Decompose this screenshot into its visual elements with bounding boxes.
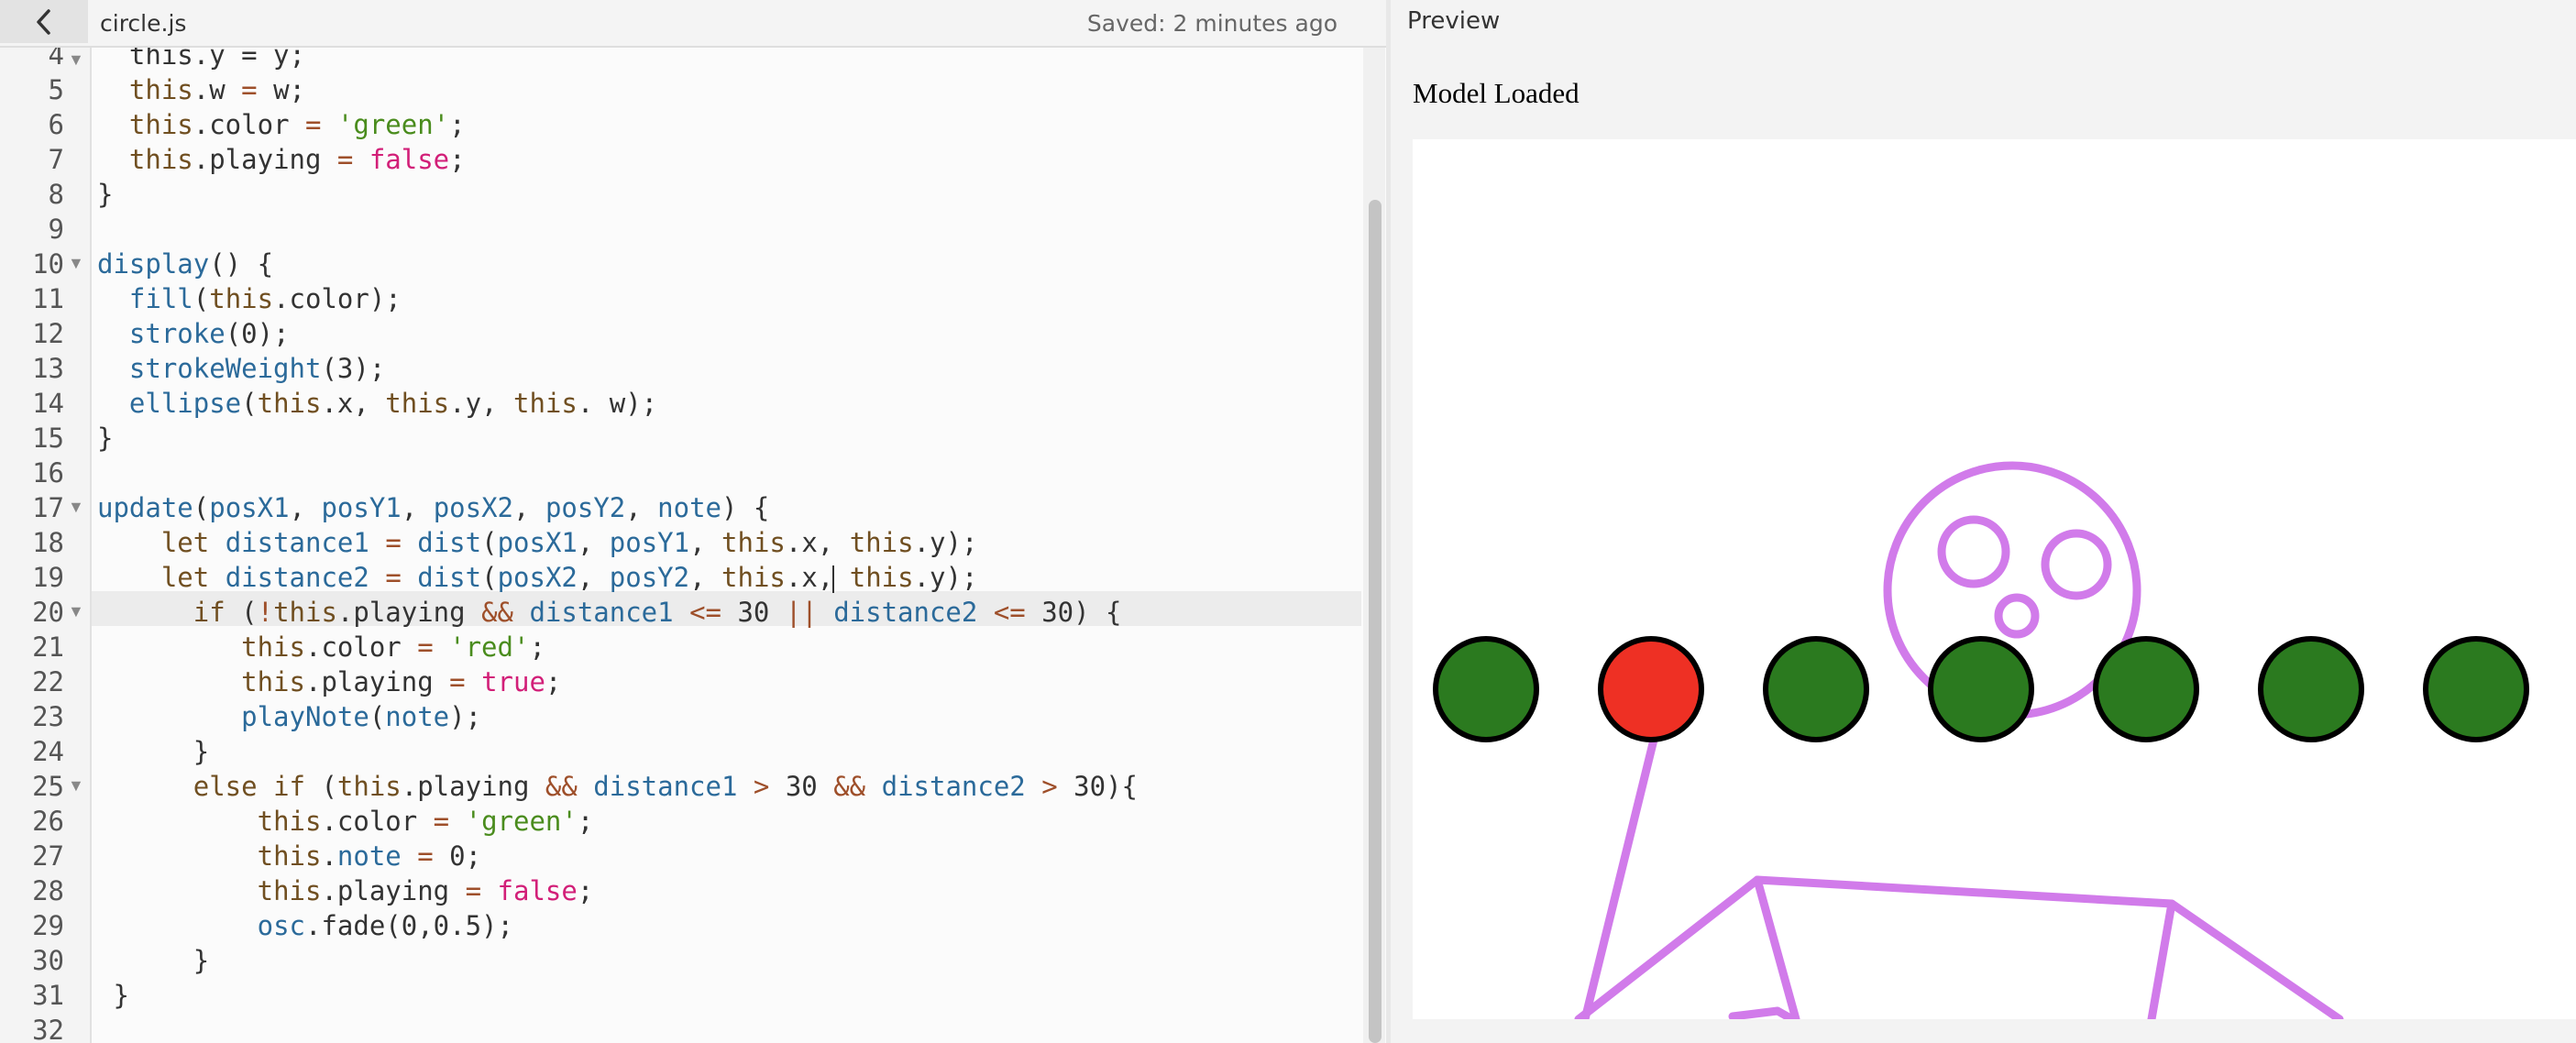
line-number: 19	[32, 562, 64, 593]
line-number: 27	[32, 840, 64, 872]
line-number: 21	[32, 631, 64, 663]
eye-left	[1937, 515, 2010, 588]
line-number-gutter: ▼ 4 5 6 7 8 9 10 ▼ 11 12 13 14 15 16 17 ▼ 18 19 20 ▼ 21 22 23…	[0, 48, 92, 1043]
line-number: 17	[32, 492, 64, 523]
eye-right	[2041, 529, 2112, 600]
fold-arrow-icon[interactable]: ▼	[68, 246, 84, 280]
note-circle-7	[2423, 636, 2529, 742]
fold-arrow-icon[interactable]: ▼	[68, 768, 84, 803]
editor-scrollbar-thumb[interactable]	[1369, 200, 1382, 1043]
line-number: 23	[32, 701, 64, 732]
code-line: fill(this.color);	[128, 283, 402, 314]
code-line: osc.fade(0,0.5);	[257, 910, 513, 941]
code-line: this.color = 'red';	[241, 631, 545, 663]
torso-left-line	[1753, 875, 1800, 1024]
hand-fragment	[1728, 1006, 1797, 1024]
line-number: 28	[32, 875, 64, 906]
code-line: }	[97, 980, 129, 1011]
editor-pane: circle.js Saved: 2 minutes ago ▼ 4 56789…	[0, 0, 1391, 1043]
mouth-circle	[1994, 593, 2040, 639]
line-number: 8	[48, 179, 64, 210]
line-number: 14	[32, 388, 64, 419]
line-number: 9	[48, 214, 64, 245]
line-number: 31	[32, 980, 64, 1011]
line-number: 18	[32, 527, 64, 558]
code-line: this.playing = true;	[241, 666, 562, 697]
fold-arrow-icon[interactable]: ▼	[68, 489, 84, 524]
line-number: 26	[32, 806, 64, 837]
code-line: }	[97, 945, 210, 976]
line-number: 10	[32, 248, 64, 280]
preview-pane: Preview Model Loaded	[1391, 0, 2576, 1043]
code-line: this.playing = false;	[128, 144, 466, 175]
torso-right-line	[2147, 899, 2176, 1024]
left-arm-line	[1580, 735, 1658, 1024]
note-circle-5	[2093, 636, 2199, 742]
line-number: 24	[32, 736, 64, 767]
line-number: 22	[32, 666, 64, 697]
line-number: 11	[32, 283, 64, 314]
code-line: this.playing = false;	[257, 875, 594, 906]
line-number: 16	[32, 457, 64, 489]
code-line: }	[97, 423, 114, 454]
line-number: 30	[32, 945, 64, 976]
code-line: strokeWeight(3);	[128, 353, 386, 384]
note-circle-3	[1763, 636, 1869, 742]
code-line: playNote(note);	[241, 701, 482, 732]
text-cursor	[832, 565, 835, 593]
code-line: this.w = w;	[128, 74, 306, 105]
line-number: 25	[32, 771, 64, 802]
code-line: }	[97, 736, 210, 767]
preview-label: Preview	[1407, 7, 1501, 35]
file-tab-bar: circle.js Saved: 2 minutes ago	[0, 0, 1391, 48]
sketch-canvas[interactable]	[1413, 139, 2576, 1024]
line-number: 15	[32, 423, 64, 454]
model-status: Model Loaded	[1413, 77, 1580, 109]
code-editor[interactable]: this.y = y; this.w = w; this.color = 'gr…	[92, 48, 1361, 1043]
line-number: 7	[48, 144, 64, 175]
code-line: this.color = 'green';	[128, 109, 466, 140]
code-line: let distance2 = dist(posX2, posY2, this.…	[160, 562, 978, 593]
fold-arrow-icon[interactable]: ▼	[68, 48, 84, 77]
code-line: let distance1 = dist(posX1, posY1, this.…	[160, 527, 978, 558]
note-circle-6	[2258, 636, 2364, 742]
line-number: 13	[32, 353, 64, 384]
fold-arrow-icon[interactable]: ▼	[68, 594, 84, 629]
line-number: 12	[32, 318, 64, 349]
code-line: this.color = 'green';	[257, 806, 594, 837]
code-line: else if (this.playing && distance1 > 30 …	[193, 771, 1138, 802]
torso-top-line	[1574, 875, 2344, 1024]
line-number: 20	[32, 597, 64, 628]
note-circle-2	[1598, 636, 1704, 742]
line-number: 29	[32, 910, 64, 941]
back-button[interactable]	[0, 0, 88, 43]
code-line: if (!this.playing && distance1 <= 30 || …	[193, 597, 1122, 628]
line-number: 6	[48, 109, 64, 140]
line-number: 32	[32, 1015, 64, 1043]
note-circle-4	[1928, 636, 2034, 742]
saved-status: Saved: 2 minutes ago	[1086, 10, 1338, 37]
code-line: }	[97, 179, 114, 210]
code-line: this.note = 0;	[257, 840, 482, 872]
code-line: stroke(0);	[128, 318, 290, 349]
line-number: 5	[48, 74, 64, 105]
code-line: ellipse(this.x, this.y, this. w);	[128, 388, 658, 419]
sketch-drawing	[1433, 461, 2529, 1024]
code-line: display() {	[97, 248, 274, 280]
code-line: update(posX1, posY1, posX2, posY2, note)…	[97, 492, 770, 523]
file-name: circle.js	[100, 10, 187, 37]
chevron-left-icon	[37, 8, 50, 35]
note-circle-1	[1433, 636, 1539, 742]
